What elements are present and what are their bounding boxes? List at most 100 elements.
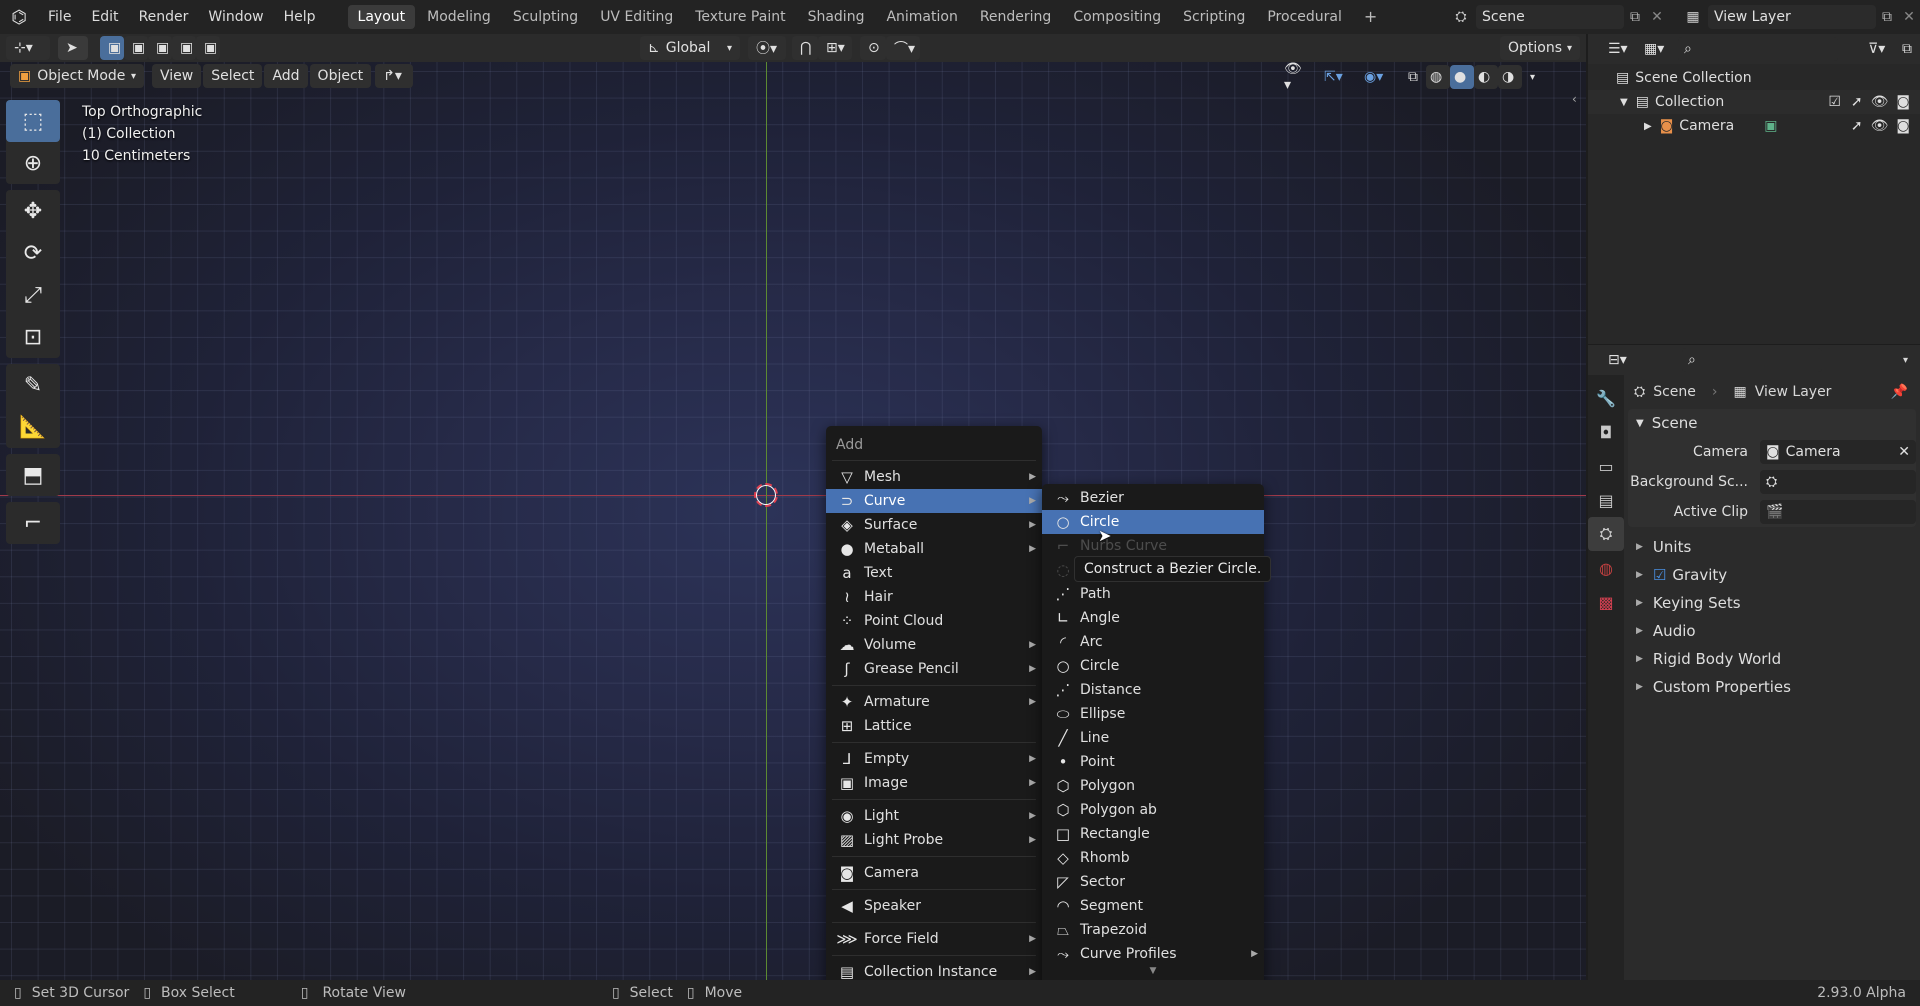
tab-shading[interactable]: Shading — [798, 5, 875, 29]
add-menu-item-light-probe[interactable]: ▨ Light Probe ▶ — [826, 828, 1042, 852]
tab-layout[interactable]: Layout — [347, 5, 416, 29]
snap-icon[interactable]: ⋂ — [792, 36, 818, 60]
selectable-icon[interactable]: ➚ — [1851, 94, 1863, 110]
clear-icon[interactable]: ✕ — [1898, 444, 1910, 460]
transform-orientation-dropdown[interactable]: ⊾ Global ▾ — [640, 36, 740, 60]
curve-menu-item-polygon-ab[interactable]: ⬡ Polygon ab — [1042, 798, 1264, 822]
camera-property-field[interactable]: ◙ Camera ✕ — [1760, 440, 1916, 464]
select-mode-invert-icon[interactable]: ▣ — [172, 36, 196, 60]
curve-menu-item-sector[interactable]: ◸ Sector — [1042, 870, 1264, 894]
tab-compositing[interactable]: Compositing — [1063, 5, 1171, 29]
proportional-edit-icon[interactable]: ⊙ — [860, 36, 886, 60]
select-box-tool-icon[interactable]: ⬚ — [6, 100, 60, 142]
select-menu[interactable]: Select — [203, 64, 263, 88]
tab-modeling[interactable]: Modeling — [417, 5, 501, 29]
add-menu-item-lattice[interactable]: ⊞ Lattice — [826, 714, 1042, 738]
delete-scene-icon[interactable]: ✕ — [1646, 9, 1668, 25]
pivot-point-icon[interactable]: ⦿▾ — [748, 36, 786, 60]
tab-uv-editing[interactable]: UV Editing — [590, 5, 683, 29]
3d-cursor-icon[interactable] — [754, 483, 778, 507]
world-tab-icon[interactable]: ◍ — [1588, 551, 1624, 585]
sidebar-toggle-icon[interactable]: ‹ — [1572, 92, 1577, 106]
add-menu-item-armature[interactable]: ✦ Armature ▶ — [826, 690, 1042, 714]
filter-icon[interactable]: ⊽▾ — [1860, 37, 1894, 61]
transform-tool-icon[interactable]: ⊡ — [6, 316, 60, 358]
rendered-shading-icon[interactable]: ◑ — [1498, 65, 1522, 89]
new-scene-icon[interactable]: ⧉ — [1624, 9, 1646, 25]
tab-procedural[interactable]: Procedural — [1257, 5, 1352, 29]
tab-texture-paint[interactable]: Texture Paint — [685, 5, 795, 29]
curve-menu-item-ellipse[interactable]: ⬭ Ellipse — [1042, 702, 1264, 726]
selectable-icon[interactable]: ➚ — [1851, 118, 1863, 134]
select-mode-new-icon[interactable]: ▣ — [100, 36, 124, 60]
add-menu-item-point-cloud[interactable]: ⁘ Point Cloud — [826, 609, 1042, 633]
annotate-tool-icon[interactable]: ✎ — [6, 364, 60, 406]
display-mode-icon[interactable]: ▦▾ — [1636, 37, 1672, 61]
wireframe-shading-icon[interactable]: ◍ — [1426, 65, 1450, 89]
3d-viewport[interactable]: ▣ Object Mode ▾ View Select Add Object ↱… — [0, 62, 1586, 980]
overlays-icon[interactable]: ◉▾ — [1356, 65, 1400, 89]
shading-options-icon[interactable]: ▾ — [1522, 65, 1542, 89]
add-cube-tool-icon[interactable]: ⬒ — [6, 454, 60, 496]
move-tool-icon[interactable]: ✥ — [6, 190, 60, 232]
camera-data-icon[interactable]: ▣ — [1764, 118, 1777, 134]
scene-tab-icon[interactable]: ⛭ — [1588, 517, 1624, 551]
curve-menu-item-circle[interactable]: ○ Circle — [1042, 654, 1264, 678]
select-mode-intersect-icon[interactable]: ▣ — [196, 36, 220, 60]
add-menu-item-metaball[interactable]: ● Metaball ▶ — [826, 537, 1042, 561]
transform-affect-icon[interactable]: ↱▾ — [375, 64, 414, 88]
outliner-row-scene-collection[interactable]: ▤ Scene Collection — [1588, 66, 1920, 90]
object-menu[interactable]: Object — [309, 64, 372, 88]
curve-menu-item-nurbs-curve[interactable]: ⌐ Nurbs Curve — [1042, 534, 1264, 558]
outliner-editor-type-icon[interactable]: ☰▾ — [1600, 37, 1636, 61]
menu-window[interactable]: Window — [198, 0, 273, 34]
add-menu-item-curve[interactable]: ⊃ Curve ▶ — [826, 489, 1042, 513]
curve-tool-icon[interactable]: ⌐ — [6, 502, 60, 544]
expand-arrow-icon[interactable]: ▼ — [1620, 97, 1628, 108]
menu-file[interactable]: File — [38, 0, 81, 34]
section-rigid-body-world[interactable]: ▶ Rigid Body World — [1624, 645, 1920, 673]
select-mode-subtract-icon[interactable]: ▣ — [148, 36, 172, 60]
tab-scripting[interactable]: Scripting — [1173, 5, 1255, 29]
view-layer-icon[interactable]: ▦ — [1678, 9, 1708, 25]
rotate-tool-icon[interactable]: ⟳ — [6, 232, 60, 274]
texture-tab-icon[interactable]: ▩ — [1588, 585, 1624, 619]
tab-sculpting[interactable]: Sculpting — [503, 5, 588, 29]
new-collection-icon[interactable]: ⧉ — [1894, 37, 1914, 61]
add-workspace-button[interactable]: + — [1354, 5, 1387, 29]
view-layer-tab-icon[interactable]: ▤ — [1588, 483, 1624, 517]
view-layer-field[interactable]: View Layer — [1708, 5, 1876, 29]
add-menu-item-speaker[interactable]: ◀ Speaker — [826, 894, 1042, 918]
curve-menu-item-segment[interactable]: ◠ Segment — [1042, 894, 1264, 918]
curve-menu-item-trapezoid[interactable]: ⏢ Trapezoid — [1042, 918, 1264, 942]
menu-render[interactable]: Render — [129, 0, 199, 34]
xray-icon[interactable]: ⧉ — [1400, 65, 1426, 89]
new-view-layer-icon[interactable]: ⧉ — [1876, 9, 1898, 25]
curve-menu-item-line[interactable]: ╱ Line — [1042, 726, 1264, 750]
add-menu-item-image[interactable]: ▣ Image ▶ — [826, 771, 1042, 795]
scene-panel-header[interactable]: ▼ Scene — [1628, 409, 1916, 437]
gizmo-icon[interactable]: ⇱▾ — [1316, 65, 1356, 89]
section-keying-sets[interactable]: ▶ Keying Sets — [1624, 589, 1920, 617]
cursor-tool-icon[interactable]: ⊕ — [6, 142, 60, 184]
exclude-checkbox-icon[interactable]: ☑ — [1828, 94, 1841, 110]
tab-animation[interactable]: Animation — [876, 5, 967, 29]
curve-menu-item-rectangle[interactable]: □ Rectangle — [1042, 822, 1264, 846]
add-menu-item-mesh[interactable]: ▽ Mesh ▶ — [826, 465, 1042, 489]
solid-shading-icon[interactable]: ● — [1450, 65, 1474, 89]
chevron-down-icon[interactable]: ▾ — [1903, 355, 1908, 366]
view-menu[interactable]: View — [152, 64, 202, 88]
add-menu-item-text[interactable]: a Text — [826, 561, 1042, 585]
active-clip-field[interactable]: 🎬 — [1760, 500, 1916, 524]
render-camera-icon[interactable]: ◙ — [1896, 94, 1910, 110]
add-menu-item-empty[interactable]: ⅃ Empty ▶ — [826, 747, 1042, 771]
tab-rendering[interactable]: Rendering — [970, 5, 1062, 29]
curve-menu-item-angle[interactable]: ∟ Angle — [1042, 606, 1264, 630]
render-tab-icon[interactable]: ◘ — [1588, 415, 1624, 449]
props-editor-type-icon[interactable]: ⊟▾ — [1600, 348, 1636, 372]
curve-menu-item-bezier[interactable]: ⤳ Bezier — [1042, 486, 1264, 510]
section-units[interactable]: ▶ Units — [1624, 533, 1920, 561]
section-custom-properties[interactable]: ▶ Custom Properties — [1624, 673, 1920, 701]
outliner-row-collection[interactable]: ▼ ▤ Collection ☑ ➚ 👁 ◙ — [1588, 90, 1920, 114]
select-tool-icon[interactable]: ➤ — [58, 36, 88, 60]
